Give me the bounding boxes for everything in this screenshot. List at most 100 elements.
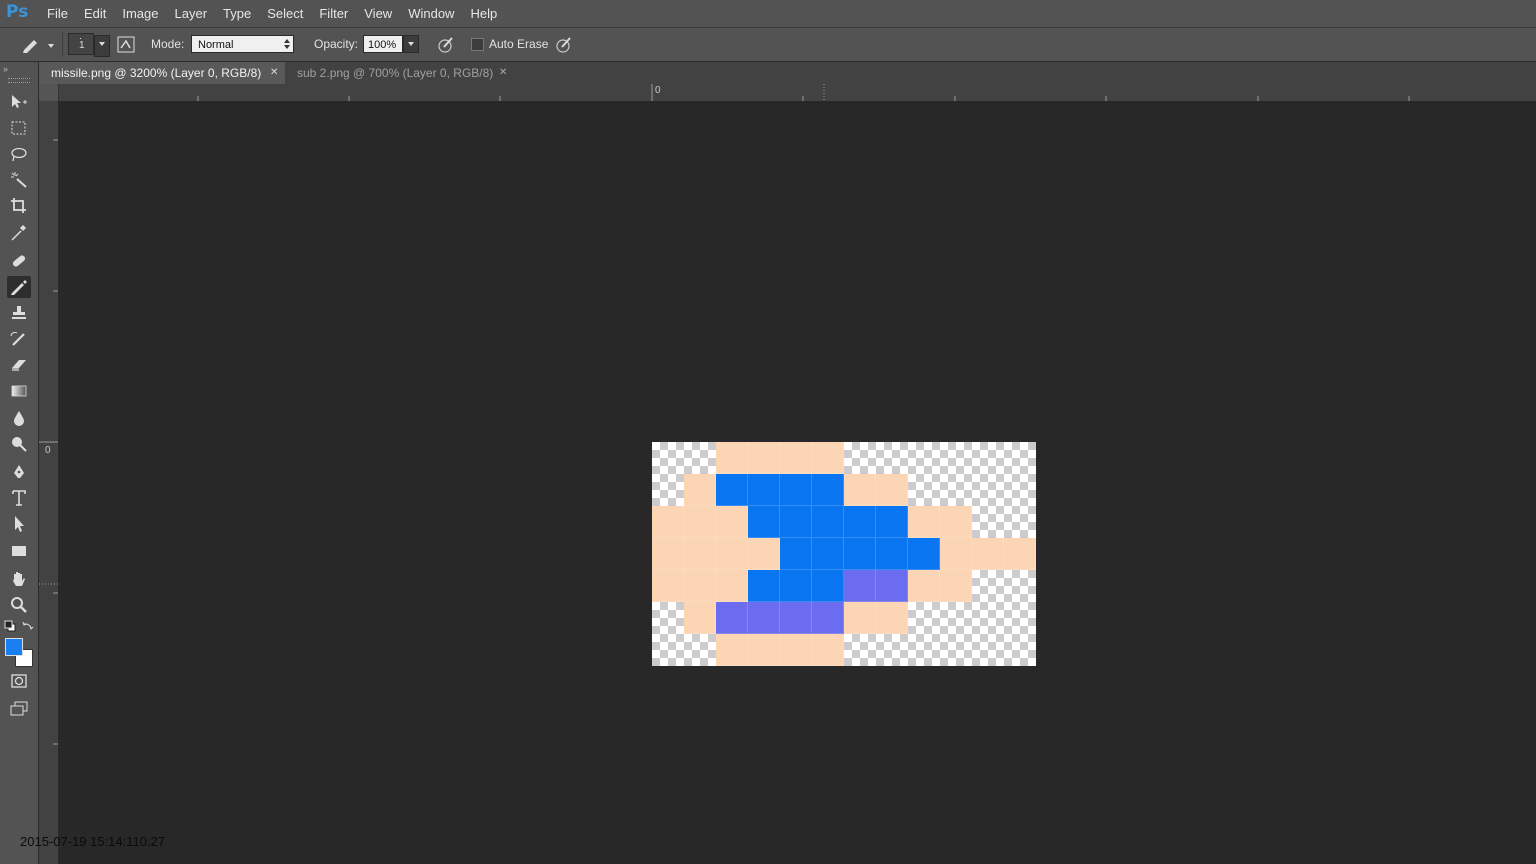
opacity-dropdown[interactable] — [403, 35, 419, 53]
canvas-pixel[interactable] — [748, 634, 780, 666]
canvas-pixel[interactable] — [844, 442, 876, 474]
canvas-pixel[interactable] — [1004, 442, 1036, 474]
canvas-pixel[interactable] — [812, 602, 844, 634]
canvas-pixel[interactable] — [780, 538, 812, 570]
canvas-pixel[interactable] — [876, 442, 908, 474]
canvas-pixel[interactable] — [716, 602, 748, 634]
canvas-pixel[interactable] — [908, 570, 940, 602]
tab-missile-png[interactable]: missile.png @ 3200% (Layer 0, RGB/8) — [39, 62, 285, 84]
canvas-pixel[interactable] — [652, 474, 684, 506]
canvas-pixel[interactable] — [684, 602, 716, 634]
foreground-color-swatch[interactable] — [5, 638, 23, 656]
canvas-pixel[interactable] — [652, 442, 684, 474]
canvas-pixel[interactable] — [780, 570, 812, 602]
hand-tool[interactable] — [7, 568, 31, 590]
mode-select[interactable]: Normal — [191, 35, 294, 53]
canvas-pixel[interactable] — [844, 634, 876, 666]
canvas-pixel[interactable] — [748, 570, 780, 602]
canvas-pixel[interactable] — [684, 634, 716, 666]
canvas-pixel[interactable] — [684, 442, 716, 474]
opacity-input[interactable]: 100% — [363, 35, 403, 53]
canvas-pixel[interactable] — [1004, 634, 1036, 666]
canvas-pixel[interactable] — [812, 474, 844, 506]
canvas-pixel[interactable] — [812, 538, 844, 570]
rectangle-tool[interactable] — [7, 540, 31, 562]
canvas-pixel[interactable] — [652, 570, 684, 602]
canvas-pixel[interactable] — [972, 442, 1004, 474]
eraser-tool[interactable] — [7, 354, 31, 376]
canvas-pixel[interactable] — [972, 538, 1004, 570]
menu-help[interactable]: Help — [462, 0, 505, 27]
canvas-pixel[interactable] — [716, 538, 748, 570]
canvas-pixel[interactable] — [844, 602, 876, 634]
canvas-pixel[interactable] — [748, 506, 780, 538]
canvas-pixel[interactable] — [876, 634, 908, 666]
menu-filter[interactable]: Filter — [311, 0, 356, 27]
canvas-pixel[interactable] — [908, 506, 940, 538]
default-colors-button[interactable] — [4, 620, 16, 635]
menu-image[interactable]: Image — [114, 0, 166, 27]
menu-window[interactable]: Window — [400, 0, 462, 27]
clone-stamp-tool[interactable] — [7, 302, 31, 324]
canvas-pixel[interactable] — [748, 538, 780, 570]
screen-mode-button[interactable] — [7, 698, 31, 720]
menu-file[interactable]: File — [39, 0, 76, 27]
canvas-pixel[interactable] — [684, 538, 716, 570]
canvas-pixel[interactable] — [908, 442, 940, 474]
canvas-pixel[interactable] — [716, 570, 748, 602]
canvas-pixel[interactable] — [1004, 474, 1036, 506]
ruler-origin[interactable] — [39, 84, 59, 102]
menu-view[interactable]: View — [356, 0, 400, 27]
swap-colors-button[interactable] — [22, 620, 34, 635]
canvas-pixel[interactable] — [844, 538, 876, 570]
tool-preset-picker[interactable] — [20, 36, 56, 54]
canvas-pixel[interactable] — [780, 602, 812, 634]
brush-panel-button[interactable] — [117, 36, 135, 53]
zoom-tool[interactable] — [7, 594, 31, 616]
canvas-pixel[interactable] — [652, 602, 684, 634]
canvas-pixel[interactable] — [940, 506, 972, 538]
canvas-pixel[interactable] — [972, 602, 1004, 634]
canvas-pixel[interactable] — [748, 602, 780, 634]
canvas-pixel[interactable] — [716, 442, 748, 474]
canvas-pixel[interactable] — [876, 570, 908, 602]
canvas-pixel[interactable] — [716, 634, 748, 666]
canvas-pixel[interactable] — [812, 442, 844, 474]
menu-layer[interactable]: Layer — [167, 0, 216, 27]
blur-tool[interactable] — [7, 407, 31, 429]
canvas-pixel[interactable] — [812, 506, 844, 538]
canvas-pixel[interactable] — [940, 442, 972, 474]
brush-size-dropdown[interactable] — [94, 35, 110, 57]
canvas-pixel[interactable] — [876, 474, 908, 506]
close-tab-icon[interactable]: ✕ — [270, 62, 278, 84]
canvas-pixel[interactable] — [940, 474, 972, 506]
canvas-pixel[interactable] — [908, 634, 940, 666]
canvas-pixel[interactable] — [940, 602, 972, 634]
canvas-pixel[interactable] — [1004, 506, 1036, 538]
type-tool[interactable] — [7, 487, 31, 509]
canvas-pixel[interactable] — [716, 474, 748, 506]
vertical-ruler[interactable]: 0 — [39, 101, 59, 864]
canvas-pixel[interactable] — [684, 474, 716, 506]
canvas-pixel[interactable] — [972, 474, 1004, 506]
marquee-tool[interactable] — [7, 117, 31, 139]
canvas-pixel[interactable] — [780, 634, 812, 666]
pressure-size-button[interactable] — [554, 35, 574, 55]
canvas-pixel[interactable] — [716, 506, 748, 538]
canvas-pixel[interactable] — [876, 538, 908, 570]
canvas-pixel[interactable] — [844, 474, 876, 506]
canvas-pixel[interactable] — [1004, 570, 1036, 602]
close-tab-icon[interactable]: ✕ — [499, 62, 507, 84]
canvas-pixel[interactable] — [684, 506, 716, 538]
panel-grip[interactable] — [8, 78, 30, 83]
panel-collapse-icon[interactable]: » — [3, 64, 8, 74]
canvas-pixel[interactable] — [876, 506, 908, 538]
canvas-pixel[interactable] — [1004, 602, 1036, 634]
canvas-pixel[interactable] — [780, 474, 812, 506]
menu-edit[interactable]: Edit — [76, 0, 114, 27]
eyedropper-tool[interactable] — [7, 222, 31, 244]
canvas-pixel[interactable] — [940, 634, 972, 666]
horizontal-ruler[interactable]: 0 — [59, 84, 1536, 102]
brush-size-picker[interactable]: 1 — [68, 33, 94, 55]
pressure-opacity-button[interactable] — [436, 35, 456, 55]
